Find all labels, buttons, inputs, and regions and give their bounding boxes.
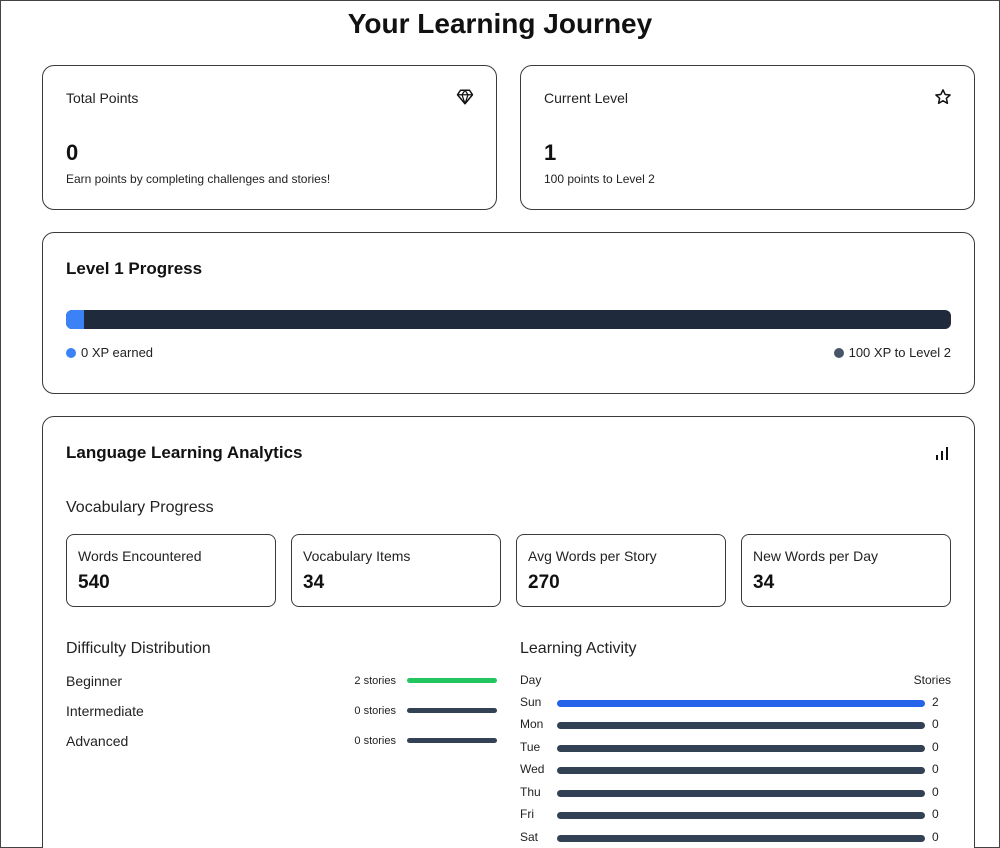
activity-bar — [557, 745, 925, 752]
bar-chart-icon — [936, 447, 948, 460]
difficulty-bar — [407, 708, 497, 713]
difficulty-count: 2 stories — [354, 675, 396, 687]
difficulty-name: Beginner — [66, 673, 123, 689]
learning-activity-title: Learning Activity — [520, 640, 637, 657]
activity-bar — [557, 835, 925, 842]
total-points-description: Earn points by completing challenges and… — [66, 172, 331, 186]
activity-row-fri: Fri 0 — [520, 807, 940, 823]
words-encountered-value: 540 — [78, 572, 110, 593]
activity-row-thu: Thu 0 — [520, 785, 940, 801]
activity-bar — [557, 812, 925, 819]
xp-earned-dot — [66, 347, 76, 358]
vocabulary-items-value: 34 — [303, 572, 325, 593]
diamond-icon — [456, 89, 474, 105]
avg-words-per-story-value: 270 — [528, 572, 560, 593]
total-points-value: 0 — [66, 140, 79, 165]
activity-row-tue: Tue 0 — [520, 740, 940, 756]
activity-bar — [557, 700, 925, 707]
vocabulary-progress-title: Vocabulary Progress — [66, 499, 214, 516]
activity-day: Sun — [520, 695, 542, 709]
activity-stories-header: Stories — [913, 673, 951, 687]
activity-bar — [557, 767, 925, 774]
difficulty-count: 0 stories — [354, 735, 396, 747]
analytics-card: Language Learning Analytics Vocabulary P… — [42, 416, 975, 848]
activity-row-wed: Wed 0 — [520, 762, 940, 778]
activity-day: Mon — [520, 717, 544, 731]
new-words-per-day-value: 34 — [753, 572, 775, 593]
activity-row-sun: Sun 2 — [520, 695, 940, 711]
activity-day: Fri — [520, 807, 534, 821]
xp-remaining-label: 100 XP to Level 2 — [848, 345, 951, 360]
words-encountered-card: Words Encountered 540 — [66, 534, 276, 607]
total-points-label: Total Points — [66, 90, 139, 106]
activity-value: 2 — [932, 695, 939, 709]
difficulty-distribution-title: Difficulty Distribution — [66, 640, 211, 657]
xp-earned-label: 0 XP earned — [81, 345, 154, 360]
difficulty-row-advanced: Advanced 0 stories — [66, 733, 497, 751]
avg-words-per-story-label: Avg Words per Story — [528, 548, 657, 564]
difficulty-name: Advanced — [66, 733, 129, 749]
activity-day: Wed — [520, 762, 545, 776]
xp-earned-legend: 0 XP earned — [66, 345, 153, 360]
activity-day-header: Day — [520, 673, 542, 687]
activity-value: 0 — [932, 830, 939, 844]
new-words-per-day-card: New Words per Day 34 — [741, 534, 951, 607]
activity-value: 0 — [932, 740, 939, 754]
total-points-card: Total Points 0 Earn points by completing… — [42, 65, 497, 210]
difficulty-bar — [407, 738, 497, 743]
activity-day: Tue — [520, 740, 541, 754]
xp-remaining-legend: 100 XP to Level 2 — [833, 345, 951, 360]
activity-value: 0 — [932, 807, 939, 821]
difficulty-bar — [407, 678, 497, 683]
new-words-per-day-label: New Words per Day — [753, 548, 879, 564]
current-level-value: 1 — [544, 140, 557, 165]
level-progress-fill — [66, 310, 84, 329]
vocabulary-items-label: Vocabulary Items — [303, 548, 411, 564]
activity-bar — [557, 722, 925, 729]
level-progress-bar — [66, 310, 951, 329]
level-progress-card: Level 1 Progress 0 XP earned 100 XP to L… — [42, 232, 975, 394]
difficulty-count: 0 stories — [354, 705, 396, 717]
activity-row-mon: Mon 0 — [520, 717, 940, 733]
vocabulary-items-card: Vocabulary Items 34 — [291, 534, 501, 607]
activity-value: 0 — [932, 717, 939, 731]
activity-value: 0 — [932, 785, 939, 799]
avg-words-per-story-card: Avg Words per Story 270 — [516, 534, 726, 607]
activity-day: Sat — [520, 830, 539, 844]
current-level-card: Current Level 1 100 points to Level 2 — [520, 65, 975, 210]
star-icon — [935, 89, 951, 105]
page-title: Your Learning Journey — [347, 8, 653, 39]
difficulty-name: Intermediate — [66, 703, 144, 719]
level-progress-title: Level 1 Progress — [66, 259, 203, 278]
activity-bar — [557, 790, 925, 797]
activity-day: Thu — [520, 785, 541, 799]
words-encountered-label: Words Encountered — [78, 548, 202, 564]
activity-row-sat: Sat 0 — [520, 830, 940, 846]
difficulty-row-intermediate: Intermediate 0 stories — [66, 703, 497, 721]
difficulty-row-beginner: Beginner 2 stories — [66, 673, 497, 691]
analytics-title: Language Learning Analytics — [66, 443, 303, 462]
current-level-label: Current Level — [544, 90, 629, 106]
current-level-description: 100 points to Level 2 — [544, 172, 655, 186]
activity-value: 0 — [932, 762, 939, 776]
xp-remaining-dot — [833, 347, 844, 358]
